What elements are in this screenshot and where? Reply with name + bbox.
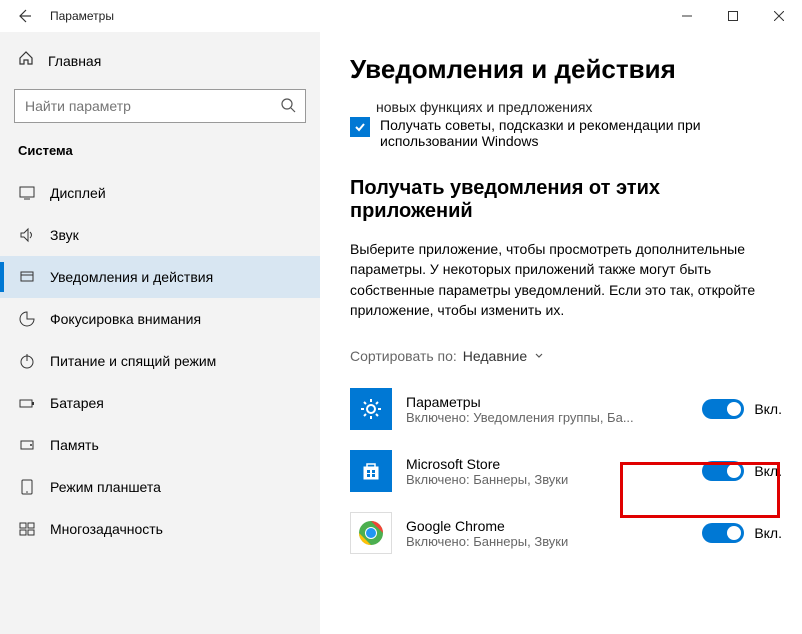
sidebar-item-display[interactable]: Дисплей — [0, 172, 320, 214]
sidebar: Главная Система Дисплей Звук Уведомления… — [0, 32, 320, 634]
home-icon — [18, 50, 34, 71]
store-app-icon — [350, 450, 392, 492]
nav-label: Фокусировка внимания — [50, 311, 201, 327]
main-content: Уведомления и действия новых функциях и … — [320, 32, 802, 634]
toggle-store[interactable] — [702, 461, 744, 481]
toggle-label: Вкл. — [754, 401, 782, 417]
maximize-button[interactable] — [710, 0, 756, 32]
home-nav[interactable]: Главная — [0, 42, 320, 79]
page-title: Уведомления и действия — [350, 54, 782, 85]
toggle-chrome[interactable] — [702, 523, 744, 543]
toggle-label: Вкл. — [754, 525, 782, 541]
app-row-store[interactable]: Microsoft Store Включено: Баннеры, Звуки… — [350, 444, 782, 506]
toggle-label: Вкл. — [754, 463, 782, 479]
notification-icon — [18, 268, 36, 286]
power-icon — [18, 352, 36, 370]
sort-value: Недавние — [463, 348, 527, 364]
close-button[interactable] — [756, 0, 802, 32]
nav-label: Звук — [50, 227, 79, 243]
apps-section-desc: Выберите приложение, чтобы просмотреть д… — [350, 239, 782, 320]
app-row-chrome[interactable]: Google Chrome Включено: Баннеры, Звуки В… — [350, 506, 782, 568]
section-label: Система — [0, 137, 320, 172]
check-icon — [353, 120, 367, 134]
chrome-app-icon — [350, 512, 392, 554]
sort-label: Сортировать по: — [350, 348, 457, 364]
app-name: Google Chrome — [406, 518, 688, 534]
app-sub: Включено: Уведомления группы, Ба... — [406, 410, 656, 425]
sort-dropdown[interactable]: Сортировать по: Недавние — [350, 348, 782, 364]
nav-label: Уведомления и действия — [50, 269, 213, 285]
search-icon — [280, 97, 296, 118]
search-input[interactable] — [14, 89, 306, 123]
window-title: Параметры — [50, 9, 114, 23]
focus-icon — [18, 310, 36, 328]
sidebar-item-power[interactable]: Питание и спящий режим — [0, 340, 320, 382]
back-button[interactable] — [14, 6, 34, 26]
tablet-icon — [18, 478, 36, 496]
nav-label: Режим планшета — [50, 479, 161, 495]
minimize-button[interactable] — [664, 0, 710, 32]
sound-icon — [18, 226, 36, 244]
truncated-note: новых функциях и предложениях — [376, 99, 782, 115]
tips-checkbox[interactable] — [350, 117, 370, 137]
sidebar-item-notifications[interactable]: Уведомления и действия — [0, 256, 320, 298]
display-icon — [18, 184, 36, 202]
home-label: Главная — [48, 53, 101, 69]
app-row-settings[interactable]: Параметры Включено: Уведомления группы, … — [350, 382, 782, 444]
app-sub: Включено: Баннеры, Звуки — [406, 472, 656, 487]
battery-icon — [18, 394, 36, 412]
nav-label: Память — [50, 437, 99, 453]
sidebar-item-focus[interactable]: Фокусировка внимания — [0, 298, 320, 340]
app-name: Microsoft Store — [406, 456, 688, 472]
multitask-icon — [18, 520, 36, 538]
storage-icon — [18, 436, 36, 454]
sidebar-item-tablet[interactable]: Режим планшета — [0, 466, 320, 508]
app-name: Параметры — [406, 394, 688, 410]
nav-label: Многозадачность — [50, 521, 163, 537]
apps-section-heading: Получать уведомления от этих приложений — [350, 177, 782, 223]
toggle-settings[interactable] — [702, 399, 744, 419]
sidebar-item-storage[interactable]: Память — [0, 424, 320, 466]
settings-app-icon — [350, 388, 392, 430]
sidebar-item-battery[interactable]: Батарея — [0, 382, 320, 424]
app-sub: Включено: Баннеры, Звуки — [406, 534, 656, 549]
chevron-down-icon — [533, 348, 545, 364]
tips-label: Получать советы, подсказки и рекомендаци… — [380, 117, 782, 149]
nav-label: Дисплей — [50, 185, 106, 201]
nav-label: Питание и спящий режим — [50, 353, 216, 369]
nav-label: Батарея — [50, 395, 104, 411]
sidebar-item-sound[interactable]: Звук — [0, 214, 320, 256]
sidebar-item-multitask[interactable]: Многозадачность — [0, 508, 320, 550]
